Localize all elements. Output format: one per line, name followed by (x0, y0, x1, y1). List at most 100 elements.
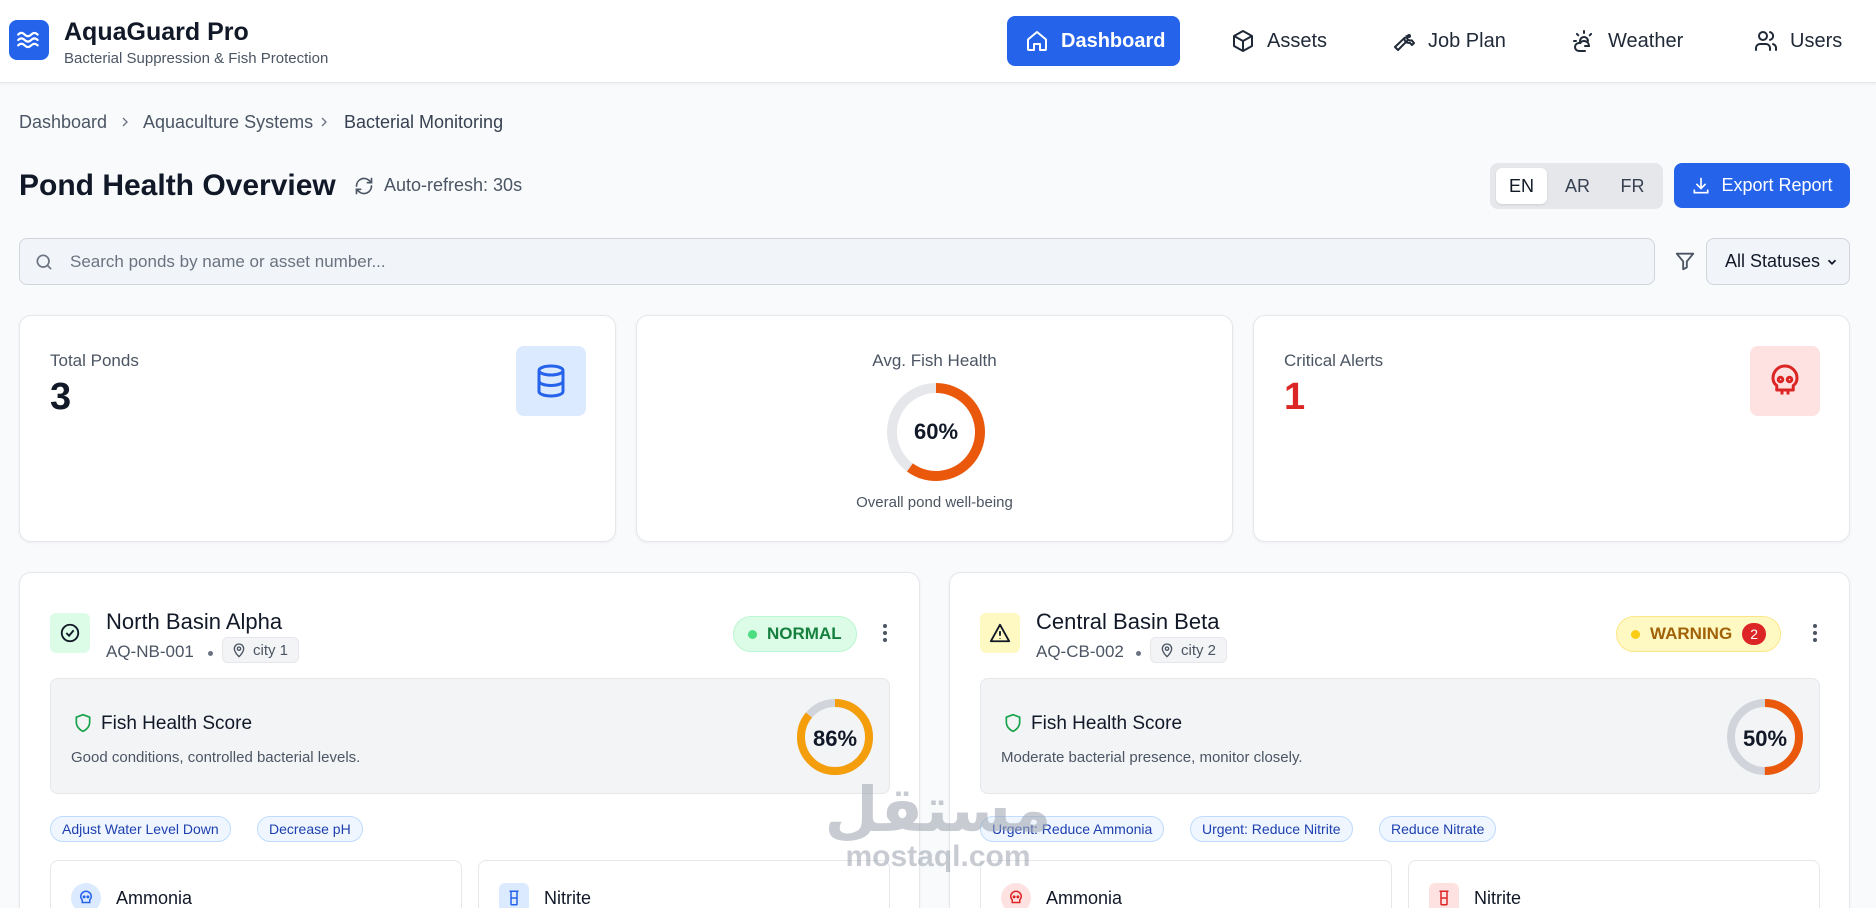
skull-icon (71, 883, 101, 908)
fish-health-box: Fish Health Score Moderate bacterial pre… (980, 678, 1820, 794)
recommendation-tag[interactable]: Urgent: Reduce Nitrite (1190, 816, 1353, 842)
separator-dot (1136, 651, 1141, 656)
skull-icon (1001, 883, 1031, 908)
box-icon (1233, 30, 1253, 52)
more-vertical-icon[interactable] (873, 621, 897, 645)
export-label: Export Report (1721, 175, 1833, 195)
nav-label: Users (1790, 29, 1843, 52)
recommendation-tag[interactable]: Reduce Nitrate (1379, 816, 1497, 842)
lang-fr[interactable]: FR (1607, 168, 1658, 204)
more-vertical-icon[interactable] (1803, 621, 1827, 645)
shield-icon (1005, 713, 1021, 733)
recommendation-tag[interactable]: Adjust Water Level Down (50, 816, 231, 842)
metric-card-nitrite: Nitrite (1408, 860, 1820, 908)
breadcrumb-current: Bacterial Monitoring (344, 112, 504, 132)
nav-users[interactable]: Users (1736, 16, 1860, 66)
map-pin-icon (233, 643, 245, 658)
warning-triangle-icon (980, 613, 1020, 653)
breadcrumb-dashboard[interactable]: Dashboard (19, 112, 107, 133)
language-switcher: EN AR FR (1490, 163, 1663, 209)
auto-refresh[interactable]: Auto-refresh: 30s (354, 175, 522, 196)
pond-name[interactable]: Central Basin Beta (1036, 609, 1219, 635)
status-filter-value: All Statuses (1725, 251, 1821, 271)
nav-dashboard[interactable]: Dashboard (1007, 16, 1180, 66)
health-description: Moderate bacterial presence, monitor clo… (1001, 749, 1303, 766)
wrench-icon (1394, 34, 1415, 51)
chevron-right-icon (321, 117, 327, 127)
chevron-right-icon (122, 117, 128, 127)
nav-label: Job Plan (1428, 29, 1506, 52)
download-icon (1693, 177, 1709, 193)
health-title: Fish Health Score (1031, 713, 1183, 734)
status-badge: NORMAL (733, 616, 857, 652)
recommendation-tag[interactable]: Decrease pH (257, 816, 363, 842)
filter-icon[interactable] (1674, 250, 1696, 272)
database-icon (516, 346, 586, 416)
app-subtitle: Bacterial Suppression & Fish Protection (64, 50, 329, 67)
breadcrumb-aquaculture[interactable]: Aquaculture Systems (143, 112, 313, 133)
stat-label: Avg. Fish Health (872, 351, 997, 370)
status-badge: WARNING 2 (1616, 616, 1782, 652)
stat-card-total-ponds: Total Ponds 3 (19, 315, 616, 542)
pond-card: Central Basin Beta AQ-CB-002 city 2 WARN… (949, 572, 1850, 908)
beaker-icon (1429, 883, 1459, 908)
city-label: city 2 (1181, 641, 1217, 659)
search-bar (19, 238, 1655, 285)
watermark-latin: mostaql.com (845, 840, 1031, 873)
nav-label: Assets (1267, 29, 1328, 52)
skull-icon (1750, 346, 1820, 416)
status-label: NORMAL (767, 624, 842, 643)
nav-label: Weather (1608, 29, 1684, 52)
beaker-icon (499, 883, 529, 908)
metric-label: Ammonia (1046, 888, 1123, 908)
metric-card-ammonia: Ammonia (50, 860, 462, 908)
city-chip: city 1 (222, 637, 300, 663)
status-dot (1631, 629, 1640, 639)
search-input[interactable] (70, 239, 1630, 284)
stat-caption: Overall pond well-being (856, 494, 1013, 511)
lang-en[interactable]: EN (1496, 168, 1547, 204)
city-chip: city 2 (1150, 637, 1228, 663)
home-icon (1027, 31, 1047, 51)
users-icon (1755, 31, 1778, 51)
status-dot (748, 629, 757, 639)
export-report-button[interactable]: Export Report (1674, 163, 1850, 208)
nav-weather[interactable]: Weather (1554, 16, 1701, 66)
pond-card: North Basin Alpha AQ-NB-001 city 1 NORMA… (19, 572, 920, 908)
pond-name[interactable]: North Basin Alpha (106, 609, 282, 635)
metric-label: Nitrite (544, 888, 592, 908)
stat-card-critical-alerts: Critical Alerts 1 (1253, 315, 1850, 542)
map-pin-icon (1161, 643, 1173, 658)
app-title: AquaGuard Pro (64, 18, 249, 46)
health-title: Fish Health Score (101, 713, 253, 734)
stat-value: 3 (50, 376, 72, 418)
health-score: 50% (1742, 726, 1788, 751)
nav-job-plan[interactable]: Job Plan (1374, 16, 1524, 66)
stat-label: Total Ponds (50, 351, 139, 370)
separator-dot (208, 651, 213, 656)
gauge-value: 60% (913, 419, 959, 444)
check-circle-icon (50, 613, 90, 653)
refresh-icon (355, 177, 373, 194)
status-filter-select[interactable]: All Statuses (1706, 238, 1850, 285)
auto-refresh-label: Auto-refresh: 30s (384, 175, 523, 195)
pond-asset-id: AQ-CB-002 (1036, 642, 1124, 661)
lang-ar[interactable]: AR (1552, 168, 1603, 204)
health-description: Good conditions, controlled bacterial le… (71, 749, 361, 766)
watermark-arabic: مستقل (824, 773, 1052, 846)
stat-value: 1 (1284, 376, 1306, 418)
stat-label: Critical Alerts (1284, 351, 1384, 370)
top-header: AquaGuard Pro Bacterial Suppression & Fi… (0, 0, 1876, 83)
shield-icon (75, 713, 91, 733)
pond-asset-id: AQ-NB-001 (106, 642, 194, 661)
watermark-logo: مستقل mostaql.com (823, 778, 1053, 872)
city-label: city 1 (253, 641, 289, 659)
alert-count-badge: 2 (1742, 623, 1767, 645)
status-label: WARNING (1650, 624, 1733, 643)
health-score: 86% (812, 726, 858, 751)
logo-waves-icon[interactable] (9, 20, 49, 60)
nav-assets[interactable]: Assets (1213, 16, 1345, 66)
metric-label: Ammonia (116, 888, 193, 908)
fish-health-box: Fish Health Score Good conditions, contr… (50, 678, 890, 794)
search-icon (36, 254, 52, 270)
